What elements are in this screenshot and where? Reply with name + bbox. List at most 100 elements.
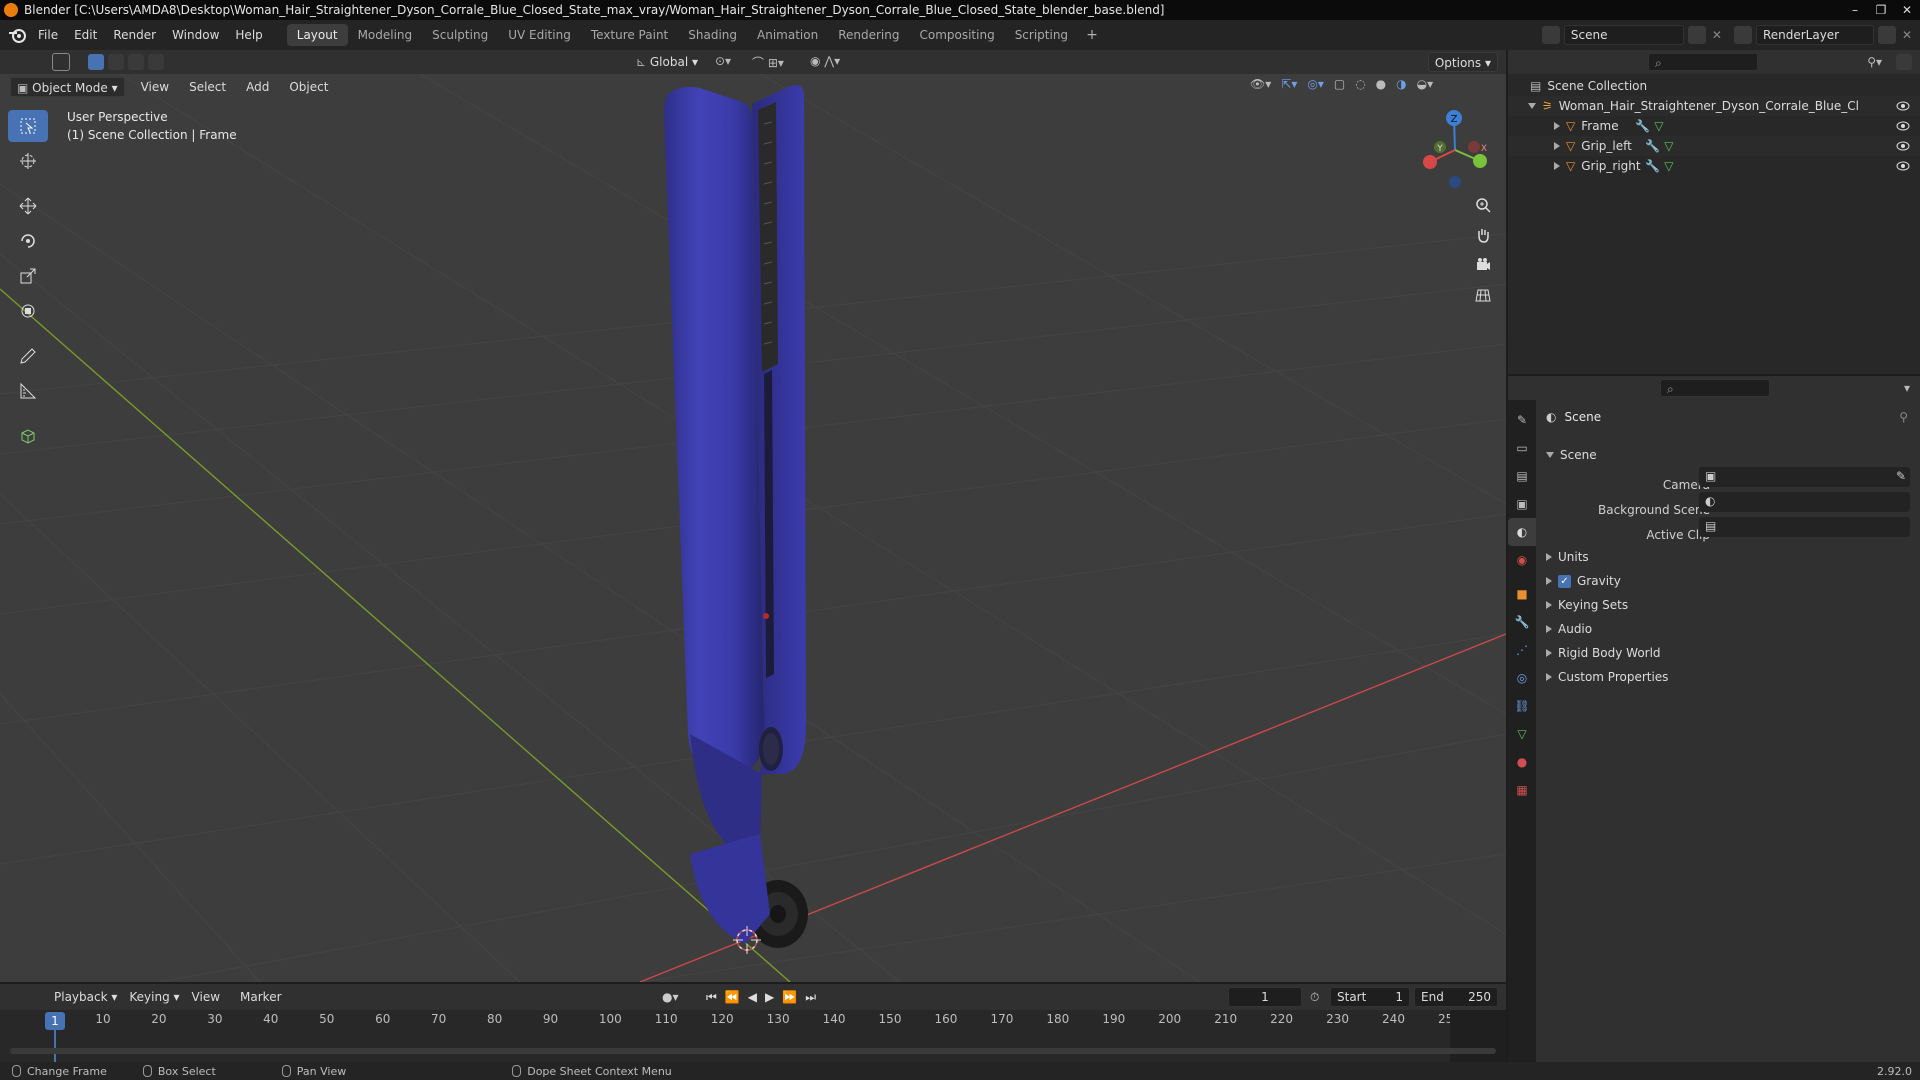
playhead[interactable]: [54, 1030, 56, 1062]
view-layer-icon[interactable]: [1733, 26, 1752, 44]
overlay-toggle-icon[interactable]: ◎▾: [1307, 77, 1324, 91]
scale-tool[interactable]: [8, 260, 48, 292]
viewport-menu-object[interactable]: Object: [283, 77, 334, 97]
panel-scene[interactable]: Scene: [1546, 444, 1910, 466]
tool-tab-icon[interactable]: ✎: [1508, 406, 1536, 434]
texture-tab-icon[interactable]: ▦: [1508, 776, 1536, 804]
properties-options-icon[interactable]: ▾: [1904, 381, 1910, 395]
current-frame-marker[interactable]: 1: [45, 1012, 65, 1030]
tab-shading[interactable]: Shading: [678, 24, 747, 46]
jump-end-icon[interactable]: ⏭: [805, 990, 816, 1005]
view-layer-tab-icon[interactable]: ▣: [1508, 490, 1536, 518]
play-reverse-icon[interactable]: ◀: [748, 990, 757, 1005]
eye-icon[interactable]: [1896, 101, 1910, 111]
record-icon[interactable]: ●▾: [662, 990, 679, 1004]
pin-icon[interactable]: ⚲: [1899, 410, 1908, 424]
keying-menu[interactable]: Keying ▾: [123, 987, 185, 1007]
display-mode-icon[interactable]: [1548, 53, 1566, 71]
proportional-edit-icon[interactable]: ◉ ⋀▾: [810, 54, 840, 68]
tab-texture-paint[interactable]: Texture Paint: [581, 24, 678, 46]
wireframe-shading-icon[interactable]: ◌: [1355, 77, 1365, 91]
tab-rendering[interactable]: Rendering: [828, 24, 909, 46]
rotate-tool[interactable]: [8, 225, 48, 257]
visibility-icon[interactable]: 👁▾: [1250, 77, 1271, 91]
options-dropdown[interactable]: Options ▾: [1427, 52, 1498, 72]
particles-tab-icon[interactable]: ⋰: [1508, 636, 1536, 664]
tab-uv-editing[interactable]: UV Editing: [498, 24, 581, 46]
camera-field[interactable]: ▣ ✎: [1699, 467, 1910, 487]
viewport-menu-view[interactable]: View: [135, 77, 175, 97]
mode-dropdown[interactable]: ▣ Object Mode ▾: [10, 77, 125, 97]
world-tab-icon[interactable]: ◉: [1508, 546, 1536, 574]
pan-hand-icon[interactable]: [1470, 222, 1496, 248]
stopwatch-icon[interactable]: ⏱: [1310, 990, 1319, 1005]
move-tool[interactable]: [8, 190, 48, 222]
perspective-toggle-icon[interactable]: [1470, 282, 1496, 308]
close-window-button[interactable]: ✕: [1894, 0, 1920, 20]
tab-animation[interactable]: Animation: [747, 24, 828, 46]
new-collection-icon[interactable]: [1896, 54, 1912, 70]
properties-editor-type-icon[interactable]: [1518, 379, 1536, 397]
select-mode-icons[interactable]: [88, 54, 184, 70]
timeline-view-menu[interactable]: View: [186, 987, 226, 1007]
zoom-icon[interactable]: [1470, 192, 1496, 218]
gravity-checkbox[interactable]: ✓: [1558, 574, 1571, 588]
tab-compositing[interactable]: Compositing: [909, 24, 1004, 46]
tab-sculpting[interactable]: Sculpting: [422, 24, 498, 46]
editor-type-icon[interactable]: [10, 53, 28, 71]
eye-icon[interactable]: [1896, 141, 1910, 151]
solid-shading-icon[interactable]: ●: [1376, 77, 1386, 91]
panel-audio[interactable]: Audio: [1546, 618, 1910, 640]
outliner-editor-type-icon[interactable]: [1518, 53, 1536, 71]
timeline-scrollbar[interactable]: [10, 1048, 1496, 1054]
constraints-tab-icon[interactable]: ⛓: [1508, 692, 1536, 720]
eyedropper-icon[interactable]: ✎: [1896, 469, 1906, 483]
scene-tab-icon[interactable]: ◐: [1508, 518, 1536, 546]
start-frame-field[interactable]: Start 1: [1330, 987, 1410, 1007]
panel-gravity[interactable]: ✓ Gravity: [1546, 570, 1910, 592]
select-box-tool[interactable]: [8, 110, 48, 142]
camera-view-icon[interactable]: [1470, 252, 1496, 278]
new-scene-icon[interactable]: [1687, 26, 1706, 44]
background-scene-field[interactable]: ◐: [1699, 492, 1910, 512]
play-icon[interactable]: ▶: [765, 990, 774, 1005]
xray-toggle-icon[interactable]: ▢: [1334, 77, 1345, 91]
outliner-row-scene-collection[interactable]: ▤ Scene Collection: [1508, 76, 1920, 96]
tab-layout[interactable]: Layout: [286, 24, 348, 46]
filter-icon[interactable]: ⚲▾: [1867, 55, 1882, 69]
object-tab-icon[interactable]: ■: [1508, 580, 1536, 608]
rendered-shading-icon[interactable]: ◒▾: [1417, 77, 1434, 91]
current-frame-field[interactable]: 1: [1228, 987, 1302, 1007]
snap-icon[interactable]: ⌒ ⊞▾: [752, 54, 784, 71]
pivot-icon[interactable]: ⊙▾: [715, 54, 731, 68]
remove-scene-icon[interactable]: ✕: [1712, 28, 1722, 42]
properties-search-input[interactable]: ⌕: [1660, 379, 1770, 397]
select-tool-icon[interactable]: [52, 53, 70, 71]
maximize-button[interactable]: ❐: [1868, 0, 1894, 20]
jump-start-icon[interactable]: ⏮: [706, 990, 717, 1005]
timeline-editor-type-icon[interactable]: [12, 988, 30, 1006]
active-clip-field[interactable]: ▤: [1699, 517, 1910, 537]
marker-menu[interactable]: Marker: [234, 987, 287, 1007]
data-tab-icon[interactable]: ▽: [1508, 720, 1536, 748]
next-keyframe-icon[interactable]: ⏩: [782, 990, 797, 1005]
panel-rigid-body-world[interactable]: Rigid Body World: [1546, 642, 1910, 664]
output-tab-icon[interactable]: ▤: [1508, 462, 1536, 490]
add-workspace-button[interactable]: +: [1078, 27, 1106, 43]
eye-icon[interactable]: [1896, 161, 1910, 171]
tab-modeling[interactable]: Modeling: [348, 24, 423, 46]
menu-help[interactable]: Help: [227, 24, 270, 46]
viewport-menu-select[interactable]: Select: [183, 77, 232, 97]
end-frame-field[interactable]: End 250: [1414, 987, 1498, 1007]
outliner-row-collection[interactable]: ⚞ Woman_Hair_Straightener_Dyson_Corrale_…: [1508, 96, 1920, 116]
transform-tool[interactable]: [8, 295, 48, 327]
measure-tool[interactable]: [8, 375, 48, 407]
menu-render[interactable]: Render: [105, 24, 164, 46]
playback-menu[interactable]: Playback ▾: [48, 987, 123, 1007]
menu-file[interactable]: File: [30, 24, 66, 46]
panel-custom-properties[interactable]: Custom Properties: [1546, 666, 1910, 688]
gizmo-toggle-icon[interactable]: ⇱▾: [1281, 77, 1297, 91]
panel-keying-sets[interactable]: Keying Sets: [1546, 594, 1910, 616]
navigation-gizmo[interactable]: Z Y X: [1410, 105, 1500, 195]
menu-window[interactable]: Window: [164, 24, 227, 46]
